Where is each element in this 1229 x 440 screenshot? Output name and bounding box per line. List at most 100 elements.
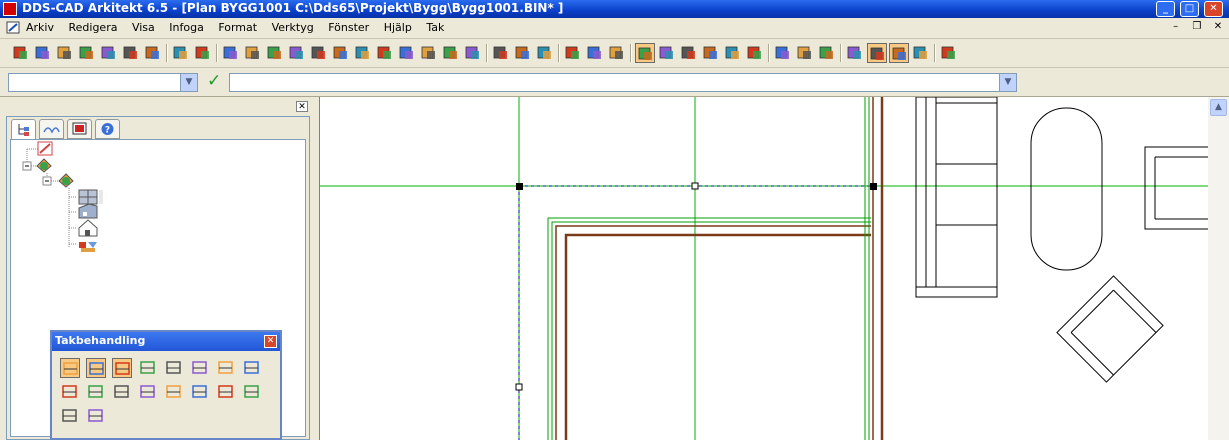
roof-13-icon[interactable]: [164, 382, 184, 402]
chevron-down-icon[interactable]: ▼: [999, 74, 1016, 91]
value-combo[interactable]: ▼: [229, 73, 1017, 92]
fire-icon[interactable]: [375, 43, 395, 63]
window-list-icon[interactable]: [939, 43, 959, 63]
roof-4-icon[interactable]: [138, 358, 158, 378]
roof-toolbar-title[interactable]: Takbehandling ✕: [52, 332, 280, 351]
command-combo[interactable]: ▼: [8, 73, 198, 92]
table-symbol[interactable]: [1030, 107, 1103, 271]
tab-layers[interactable]: [39, 119, 64, 139]
export-icon[interactable]: [745, 43, 765, 63]
grip-handle[interactable]: [870, 183, 877, 190]
roof-3-icon[interactable]: [112, 358, 132, 378]
roof-dots-icon[interactable]: [889, 43, 909, 63]
drawing-canvas[interactable]: [319, 97, 1209, 440]
selection-grips[interactable]: [515, 182, 877, 391]
tab-tree[interactable]: [11, 119, 36, 139]
roof-18-icon[interactable]: [86, 406, 106, 426]
tree-expander[interactable]: [22, 161, 32, 171]
panel-close-button[interactable]: ✕: [296, 101, 308, 112]
roof-17-icon[interactable]: [60, 406, 80, 426]
menu-verktyg[interactable]: Verktyg: [272, 21, 314, 34]
roof-5-icon[interactable]: [164, 358, 184, 378]
hatch-icon[interactable]: [397, 43, 417, 63]
doc-minimize-button[interactable]: –: [1169, 21, 1183, 32]
eye-icon[interactable]: [585, 43, 605, 63]
tab-help[interactable]: ?: [95, 119, 120, 139]
roof-15-icon[interactable]: [216, 382, 236, 402]
chevron-down-icon[interactable]: ▼: [180, 74, 197, 91]
undo-icon[interactable]: [121, 43, 141, 63]
facade-node-icon[interactable]: [78, 203, 98, 219]
stair-icon[interactable]: [353, 43, 373, 63]
layers-icon[interactable]: [723, 43, 743, 63]
symbol-icon[interactable]: [513, 43, 533, 63]
armchair-rotated-symbol[interactable]: [1056, 275, 1164, 383]
roof-edit-icon[interactable]: [287, 43, 307, 63]
roof-16-icon[interactable]: [242, 382, 262, 402]
roof-1-icon[interactable]: [60, 358, 80, 378]
arch-icon[interactable]: [265, 43, 285, 63]
floor-node-icon[interactable]: [58, 173, 74, 188]
house-3d-icon[interactable]: [657, 43, 677, 63]
paint-icon[interactable]: [463, 43, 483, 63]
copy-icon[interactable]: [701, 43, 721, 63]
edit-icon[interactable]: [563, 43, 583, 63]
window-icon[interactable]: [309, 43, 329, 63]
roof-7-icon[interactable]: [216, 358, 236, 378]
selection-rectangle[interactable]: [518, 185, 873, 440]
tools-icon[interactable]: [535, 43, 555, 63]
menu-hjalp[interactable]: Hjälp: [384, 21, 412, 34]
delete-icon[interactable]: [817, 43, 837, 63]
roof-11-icon[interactable]: [112, 382, 132, 402]
menu-infoga[interactable]: Infoga: [169, 21, 204, 34]
roof-10-icon[interactable]: [86, 382, 106, 402]
vertical-scrollbar[interactable]: ▲: [1208, 97, 1229, 440]
house-icon[interactable]: [243, 43, 263, 63]
section-icon[interactable]: [441, 43, 461, 63]
menu-redigera[interactable]: Redigera: [68, 21, 117, 34]
roof-8-icon[interactable]: [242, 358, 262, 378]
roof-12-icon[interactable]: [138, 382, 158, 402]
help-icon[interactable]: [221, 43, 241, 63]
grip-handle[interactable]: [691, 182, 699, 190]
roof-14-icon[interactable]: [190, 382, 210, 402]
tab-display[interactable]: [67, 119, 92, 139]
grip-handle[interactable]: [515, 383, 523, 391]
grid-icon[interactable]: [635, 43, 655, 63]
image-icon[interactable]: [795, 43, 815, 63]
doc-close-button[interactable]: ✕: [1211, 21, 1225, 32]
new-icon[interactable]: [11, 43, 31, 63]
roof-select-icon[interactable]: [867, 43, 887, 63]
table-icon[interactable]: [845, 43, 865, 63]
roof-9-icon[interactable]: [60, 382, 80, 402]
tree-root-icon[interactable]: [37, 141, 53, 156]
plan-node-icon[interactable]: [78, 189, 103, 205]
close-button[interactable]: ✕: [1204, 1, 1223, 17]
roof-2-icon[interactable]: [86, 358, 106, 378]
menu-arkiv[interactable]: Arkiv: [26, 21, 54, 34]
roof-toolbar-close-button[interactable]: ✕: [264, 335, 277, 348]
house-node-icon[interactable]: [78, 219, 98, 237]
menu-tak[interactable]: Tak: [426, 21, 444, 34]
maximize-button[interactable]: □: [1180, 1, 1199, 17]
doc-restore-button[interactable]: ❐: [1190, 21, 1204, 32]
open-icon[interactable]: [33, 43, 53, 63]
armchair-symbol[interactable]: [1144, 146, 1209, 230]
globe-icon[interactable]: [171, 43, 191, 63]
building-icon[interactable]: [679, 43, 699, 63]
building-node-icon[interactable]: [36, 158, 52, 173]
minimize-button[interactable]: _: [1156, 1, 1175, 17]
roof-warning-icon[interactable]: [911, 43, 931, 63]
roof-icon[interactable]: [331, 43, 351, 63]
menu-fonster[interactable]: Fönster: [328, 21, 369, 34]
roof-node-icon[interactable]: [79, 242, 97, 252]
search-icon[interactable]: [607, 43, 627, 63]
plan-drawing[interactable]: [320, 97, 1209, 440]
menu-format[interactable]: Format: [218, 21, 257, 34]
flag-icon[interactable]: [491, 43, 511, 63]
print-icon[interactable]: [99, 43, 119, 63]
close-file-icon[interactable]: [77, 43, 97, 63]
document-icon[interactable]: [6, 20, 21, 35]
confirm-check-icon[interactable]: ✓: [207, 71, 221, 91]
menu-visa[interactable]: Visa: [132, 21, 155, 34]
